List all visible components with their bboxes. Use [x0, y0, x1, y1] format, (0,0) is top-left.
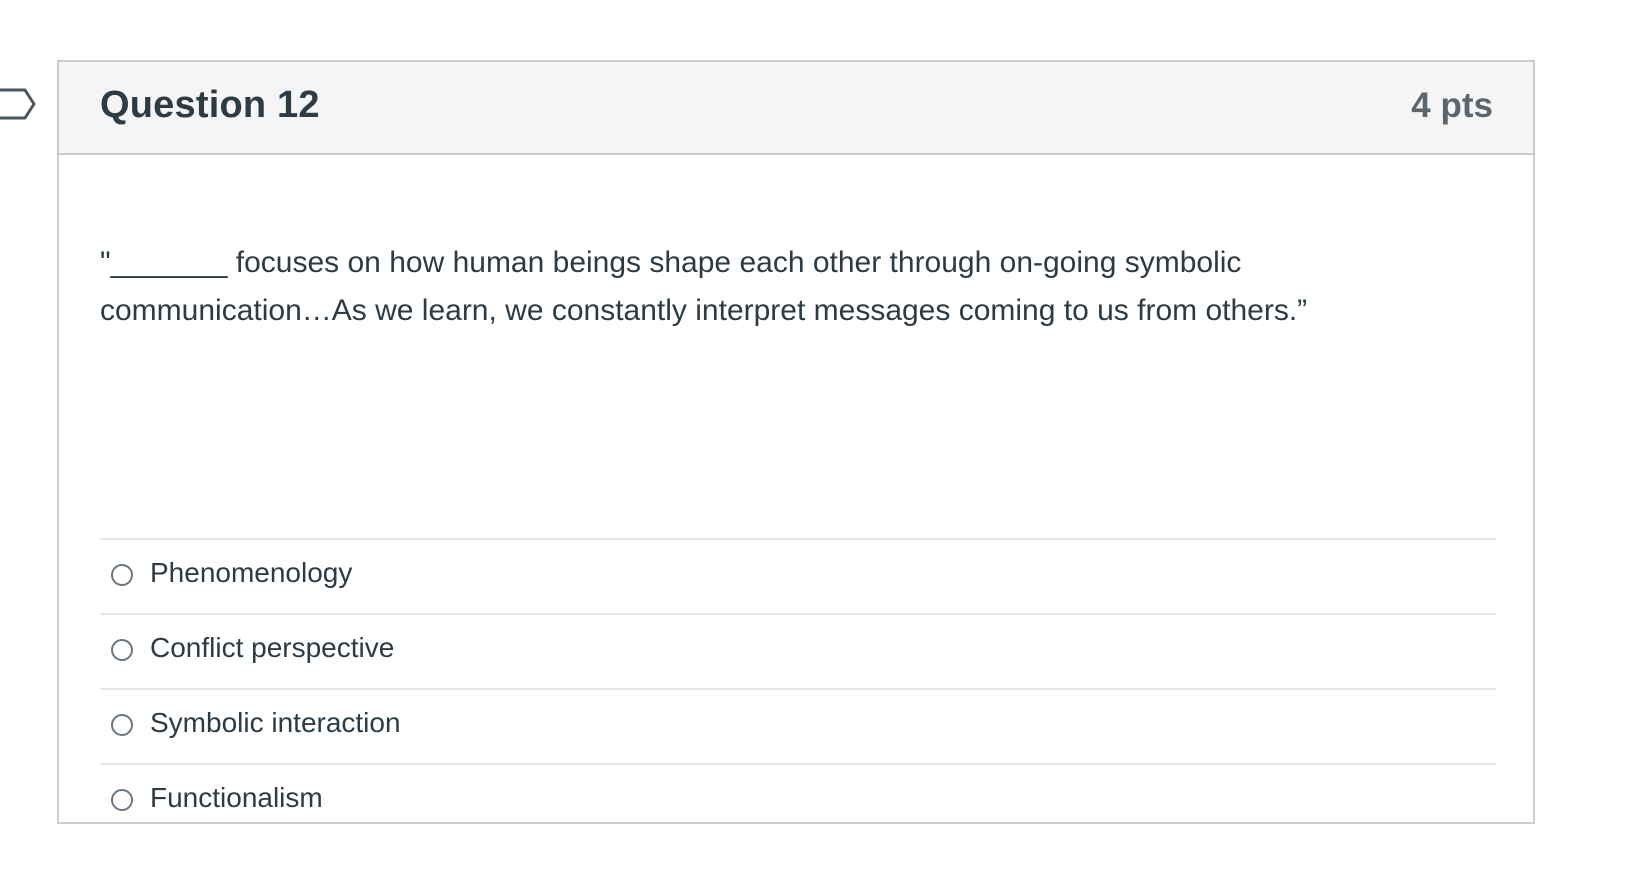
question-text: "_______ focuses on how human beings sha… [100, 246, 1308, 327]
question-title: Question 12 [100, 84, 320, 126]
radio-button[interactable] [111, 564, 133, 586]
answer-label[interactable]: Symbolic interaction [150, 707, 401, 739]
flag-question-icon[interactable] [0, 87, 38, 121]
answer-label[interactable]: Functionalism [150, 782, 323, 814]
radio-button[interactable] [111, 789, 133, 811]
answer-option[interactable]: Conflict perspective [100, 613, 1496, 688]
answer-option[interactable]: Symbolic interaction [100, 688, 1496, 763]
answer-option[interactable]: Functionalism [100, 763, 1496, 838]
radio-button[interactable] [111, 714, 133, 736]
question-card: Question 12 4 pts "_______ focuses on ho… [57, 60, 1535, 824]
answer-list: Phenomenology Conflict perspective Symbo… [100, 538, 1496, 838]
quiz-page: Question 12 4 pts "_______ focuses on ho… [0, 0, 1638, 886]
answer-label[interactable]: Conflict perspective [150, 632, 394, 664]
question-points: 4 pts [1411, 86, 1493, 125]
answer-option[interactable]: Phenomenology [100, 538, 1496, 613]
answer-label[interactable]: Phenomenology [150, 557, 352, 589]
radio-button[interactable] [111, 639, 133, 661]
question-header: Question 12 4 pts [59, 62, 1533, 155]
